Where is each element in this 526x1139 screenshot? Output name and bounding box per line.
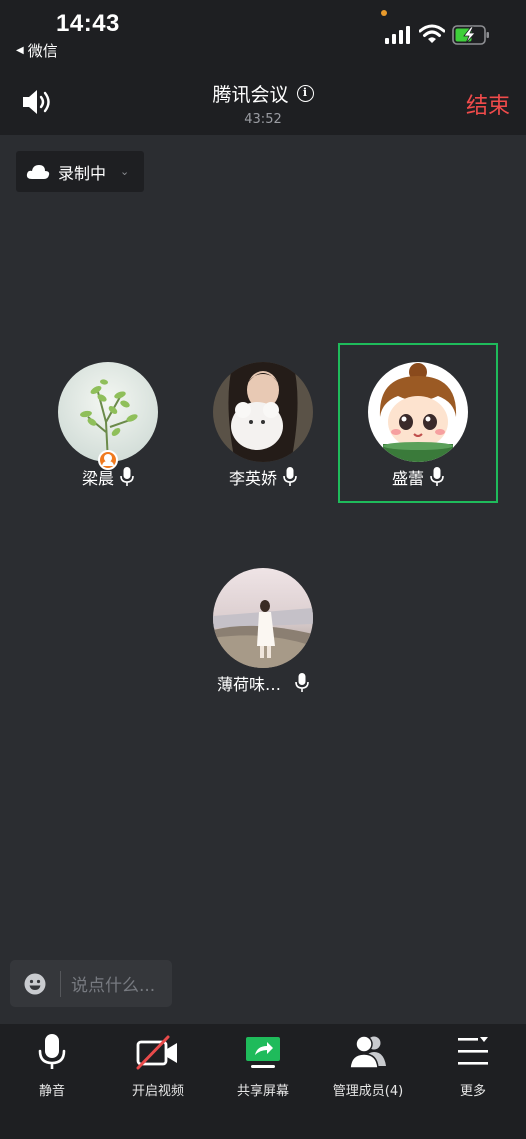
share-screen-icon	[246, 1037, 280, 1068]
more-button[interactable]: 更多	[421, 1034, 525, 1099]
end-meeting-button[interactable]: 结束	[466, 88, 510, 120]
start-video-label: 开启视频	[131, 1084, 184, 1099]
video-off-icon	[136, 1035, 177, 1070]
participant-name: 李英娇	[228, 469, 277, 488]
participant-name: 薄荷味…	[216, 675, 281, 694]
meeting-title-area: 腾讯会议 i 43:52	[0, 80, 526, 127]
participant-tile[interactable]: 薄荷味…	[183, 550, 343, 710]
more-menu-icon	[458, 1037, 488, 1065]
avatar	[368, 362, 468, 462]
chat-input[interactable]: 说点什么...	[10, 960, 172, 1007]
bottom-toolbar: 静音 开启视频 共享屏幕 管理成员(4) 更多	[0, 1024, 526, 1139]
meeting-title: 腾讯会议	[212, 84, 289, 106]
cloud-icon	[26, 164, 50, 179]
back-triangle-icon: ◀	[16, 45, 24, 56]
top-bar: 14:43 ◀ 微信 腾讯会议 i 43:52 结束	[0, 0, 526, 135]
mute-button[interactable]: 静音	[0, 1034, 104, 1099]
recording-label: 录制中	[58, 163, 107, 183]
mic-icon	[430, 467, 444, 486]
cellular-signal-icon	[385, 26, 410, 44]
mic-icon	[120, 467, 134, 486]
participant-name: 盛蕾	[391, 469, 424, 488]
avatar	[213, 568, 313, 668]
camera-indicator-dot	[381, 10, 387, 16]
status-time: 14:43	[56, 10, 120, 37]
back-to-app-link[interactable]: ◀ 微信	[16, 40, 58, 61]
manage-members-label: 管理成员(4)	[332, 1084, 404, 1099]
participant-tile-active-speaker[interactable]: 盛蕾	[338, 343, 498, 503]
emoji-icon[interactable]	[24, 973, 46, 995]
meeting-duration: 43:52	[244, 112, 282, 127]
participant-name: 梁晨	[81, 469, 114, 488]
members-icon	[349, 1035, 386, 1069]
battery-charging-icon	[452, 25, 489, 45]
back-app-label: 微信	[27, 42, 58, 60]
avatar	[58, 362, 158, 462]
mic-icon	[38, 1034, 66, 1069]
chat-placeholder[interactable]: 说点什么...	[71, 971, 155, 996]
chat-divider	[60, 970, 61, 997]
mute-label: 静音	[38, 1084, 65, 1099]
share-screen-label: 共享屏幕	[236, 1084, 289, 1099]
manage-members-button[interactable]: 管理成员(4)	[316, 1034, 420, 1099]
participant-tile[interactable]: 李英娇	[183, 344, 343, 504]
share-screen-button[interactable]: 共享屏幕	[211, 1034, 315, 1099]
start-video-button[interactable]: 开启视频	[106, 1034, 210, 1099]
chevron-down-icon: ⌄	[120, 165, 130, 178]
mic-icon	[295, 673, 309, 692]
info-icon[interactable]: i	[296, 85, 314, 102]
more-label: 更多	[459, 1084, 486, 1099]
mic-icon	[283, 467, 297, 486]
recording-indicator[interactable]: 录制中 ⌄	[16, 151, 144, 192]
participant-tile[interactable]: 梁晨	[28, 344, 188, 504]
avatar	[213, 362, 313, 462]
wifi-icon	[419, 24, 445, 43]
